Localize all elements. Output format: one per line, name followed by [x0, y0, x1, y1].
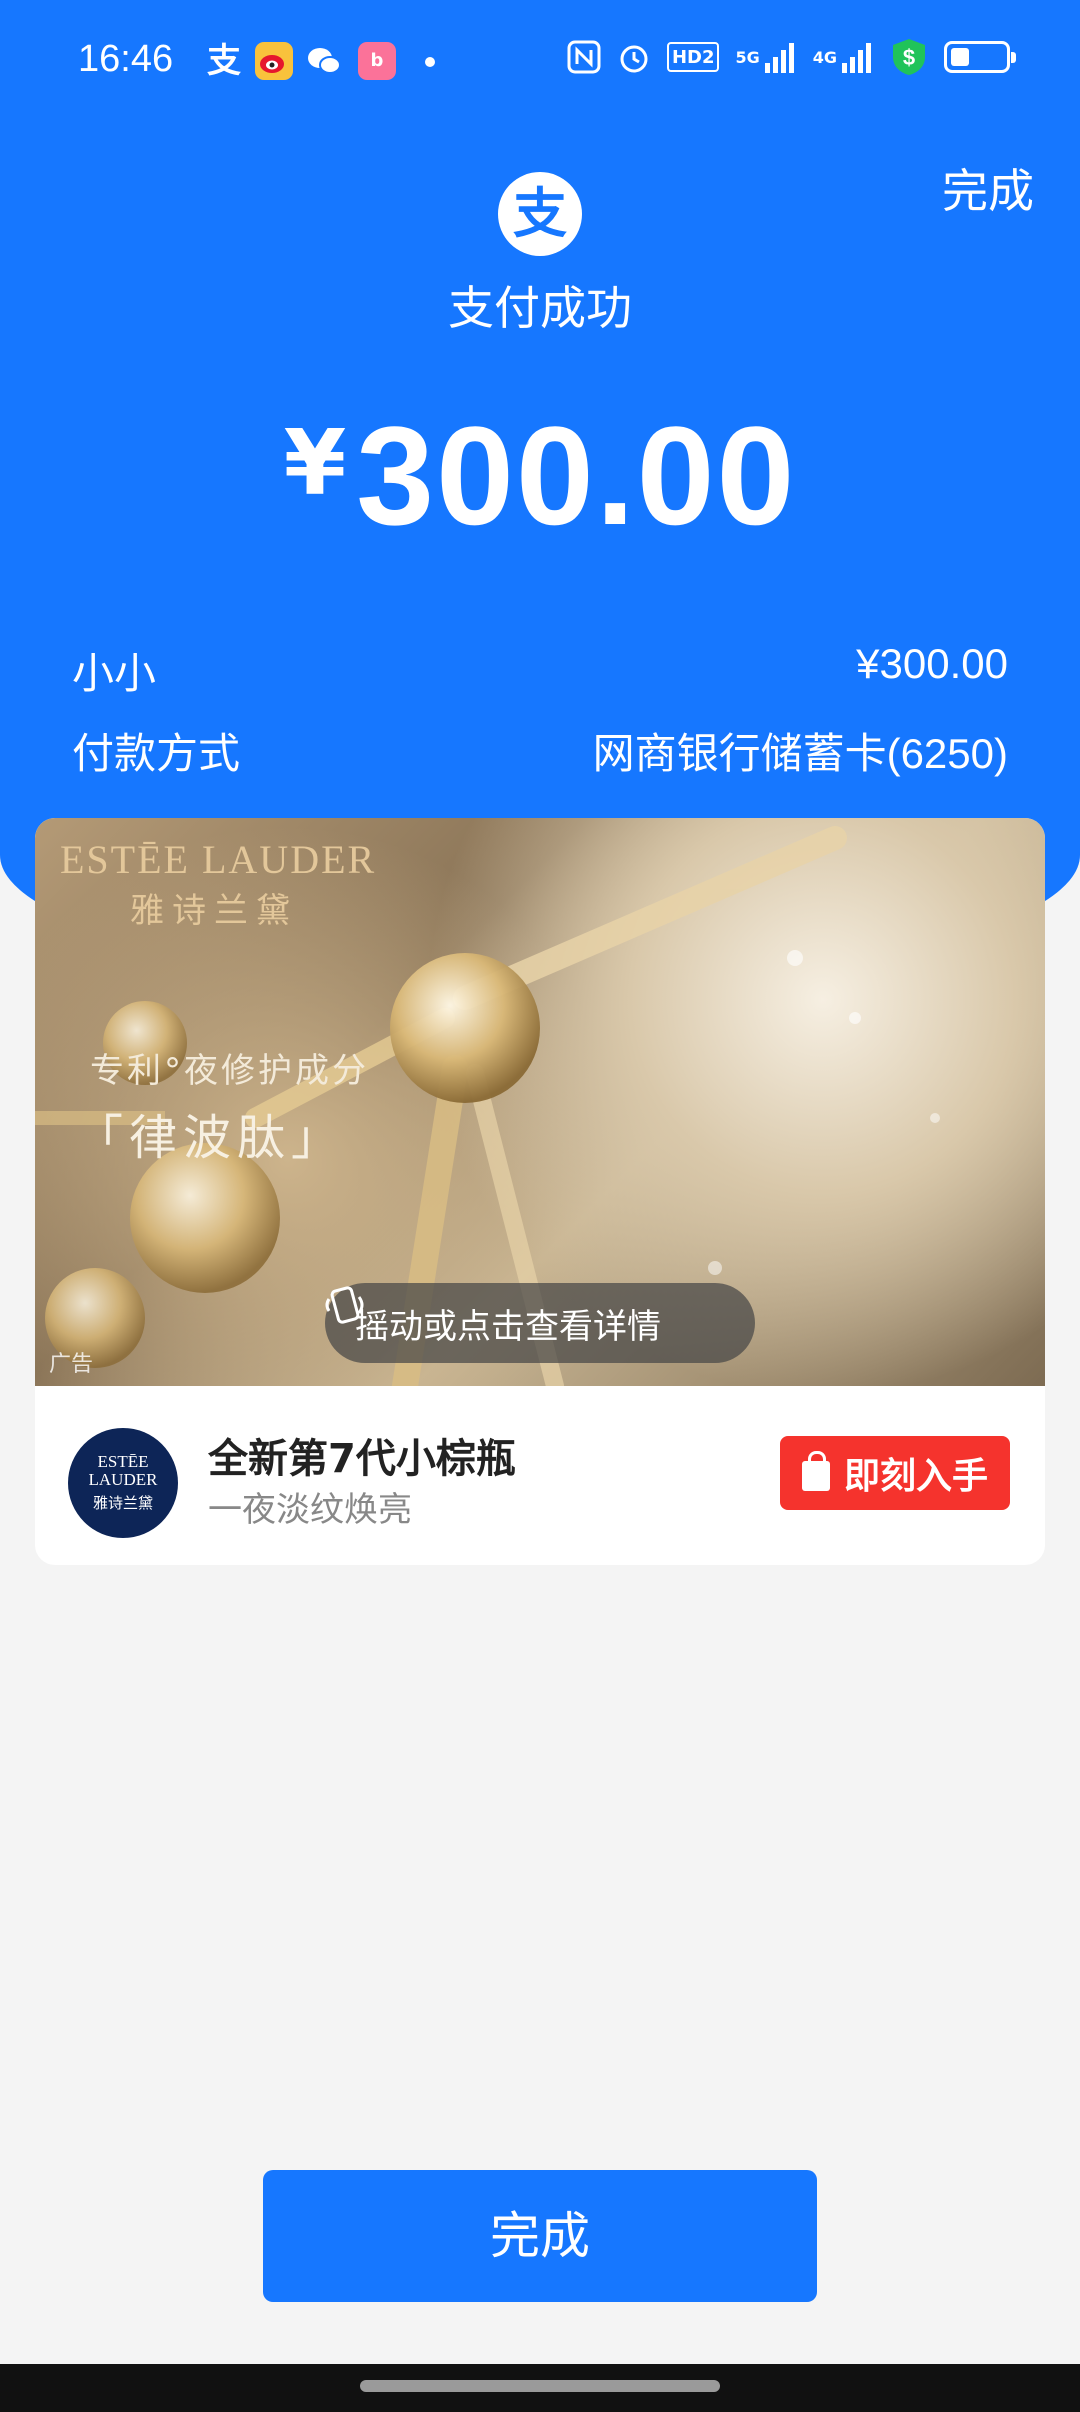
shake-hint-text: 摇动或点击查看详情 — [355, 1306, 661, 1347]
home-indicator[interactable] — [360, 2380, 720, 2392]
ad-image[interactable]: ESTĒE LAUDER 雅诗兰黛 专利°夜修护成分 「律波肽」 广告 摇动或点… — [35, 818, 1045, 1386]
product-subtitle: 一夜淡纹焕亮 — [208, 1490, 412, 1530]
ad-patent-text: 专利°夜修护成分 — [90, 1051, 369, 1091]
status-bar: 16:46 支 b HD2 5G 4G $ — [0, 0, 1080, 125]
signal-4g-label: 4G — [812, 47, 837, 67]
shake-hint-pill[interactable]: 摇动或点击查看详情 — [325, 1283, 755, 1363]
payment-method-row: 付款方式 网商银行储蓄卡(6250) — [72, 720, 1008, 781]
weibo-app-icon — [255, 42, 293, 80]
payee-amount: ¥300.00 — [856, 640, 1008, 687]
signal-5g-label: 5G — [735, 47, 760, 67]
status-icons: HD2 5G 4G $ — [567, 38, 1016, 76]
ad-tag: 广告 — [49, 1352, 94, 1377]
payee-row: 小小 ¥300.00 — [72, 640, 1008, 701]
ad-brand-english: ESTĒE LAUDER — [60, 837, 377, 882]
bilibili-app-icon: b — [358, 42, 396, 80]
payment-status-text: 支付成功 — [448, 281, 632, 335]
ad-card[interactable]: ESTĒE LAUDER 雅诗兰黛 专利°夜修护成分 「律波肽」 广告 摇动或点… — [35, 818, 1045, 1565]
done-button[interactable]: 完成 — [263, 2170, 817, 2302]
currency-symbol: ¥ — [283, 411, 347, 516]
amount-value: 300.00 — [356, 397, 797, 554]
payment-method-value: 网商银行储蓄卡(6250) — [592, 730, 1008, 777]
hd-voice-icon: HD2 — [666, 42, 720, 72]
ad-footer[interactable]: ESTĒE LAUDER 雅诗兰黛 全新第7代小棕瓶 一夜淡纹焕亮 即刻入手 — [35, 1386, 1045, 1565]
brand-logo-line3: 雅诗兰黛 — [92, 1494, 153, 1512]
notification-dot — [425, 57, 435, 67]
brand-logo-line1: ESTĒE — [97, 1452, 149, 1471]
buy-now-button[interactable]: 即刻入手 — [780, 1436, 1010, 1510]
nfc-icon — [567, 38, 601, 76]
shopping-bag-icon — [801, 1451, 830, 1491]
battery-icon — [944, 41, 1016, 73]
product-title: 全新第7代小棕瓶 — [208, 1436, 516, 1482]
security-shield-icon: $ — [890, 38, 928, 76]
payment-amount: ¥300.00 — [0, 395, 1080, 557]
alarm-icon — [617, 38, 651, 76]
top-done-button[interactable]: 完成 — [942, 155, 1034, 221]
alipay-logo-icon: 支 — [498, 172, 582, 256]
wechat-app-icon — [305, 42, 343, 80]
svg-text:$: $ — [903, 45, 915, 70]
alipay-app-icon: 支 — [207, 41, 241, 81]
shake-phone-icon — [325, 1286, 364, 1324]
buy-now-label: 即刻入手 — [843, 1456, 988, 1497]
ad-brand-chinese: 雅诗兰黛 — [130, 891, 298, 931]
brand-logo-line2: LAUDER — [88, 1470, 158, 1489]
status-time: 16:46 — [78, 38, 174, 80]
battery-level — [951, 48, 969, 66]
payee-name: 小小 — [72, 649, 157, 698]
brand-logo: ESTĒE LAUDER 雅诗兰黛 — [68, 1428, 178, 1538]
signal-5g-icon: 5G — [735, 38, 796, 76]
ad-ingredient-text: 「律波肽」 — [75, 1110, 346, 1166]
signal-4g-icon: 4G — [813, 38, 874, 76]
payment-method-label: 付款方式 — [72, 729, 241, 778]
